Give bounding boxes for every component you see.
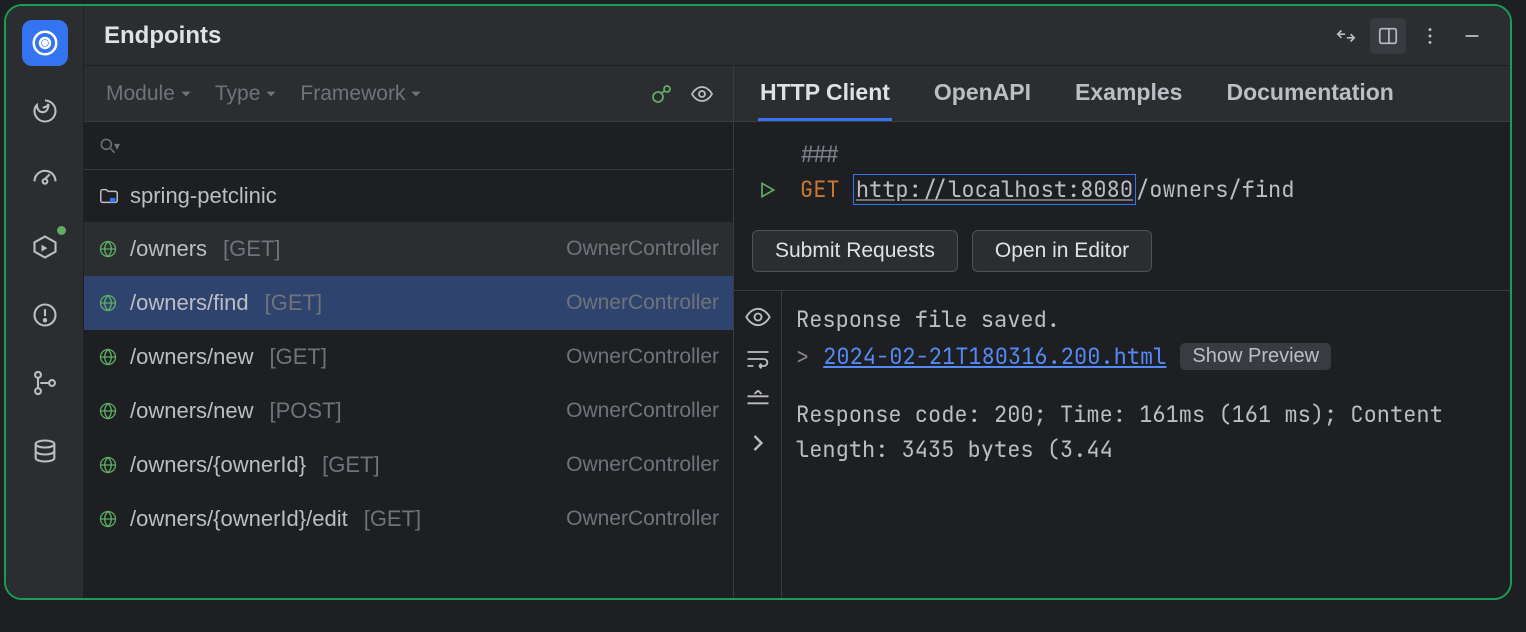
open-in-editor-button[interactable]: Open in Editor bbox=[972, 230, 1152, 272]
tool-iconbar bbox=[6, 6, 84, 598]
response-status: Response code: 200; Time: 161ms (161 ms)… bbox=[796, 397, 1496, 467]
openapi-icon[interactable] bbox=[645, 77, 679, 111]
split: Module Type Framework ▾ bbox=[84, 66, 1510, 598]
endpoint-row[interactable]: /owners/{ownerId}/edit [GET] OwnerControll… bbox=[84, 492, 733, 546]
action-buttons: Submit Requests Open in Editor bbox=[734, 214, 1510, 291]
response-body: Response file saved. > 2024-02-21T180316… bbox=[782, 291, 1510, 598]
endpoint-row[interactable]: /owners [GET] OwnerController bbox=[84, 222, 733, 276]
show-hidden-icon[interactable] bbox=[685, 77, 719, 111]
globe-icon bbox=[98, 347, 120, 367]
submit-requests-button[interactable]: Submit Requests bbox=[752, 230, 958, 272]
wrap-icon[interactable] bbox=[744, 345, 772, 373]
services-tool-icon[interactable] bbox=[22, 224, 68, 270]
http-editor[interactable]: ### GET http://localhost:8080/owners/fin… bbox=[734, 122, 1510, 214]
next-icon[interactable] bbox=[744, 429, 772, 457]
endpoint-path: /owners/find bbox=[130, 290, 249, 316]
vcs-tool-icon[interactable] bbox=[22, 360, 68, 406]
globe-icon bbox=[98, 509, 120, 529]
ide-window: Endpoints Module Type Framework bbox=[4, 4, 1512, 600]
request-separator: ### bbox=[800, 140, 840, 169]
response-file-link[interactable]: 2024-02-21T180316.200.html bbox=[823, 342, 1166, 371]
titlebar: Endpoints bbox=[84, 6, 1510, 66]
panel-title: Endpoints bbox=[104, 22, 1322, 50]
tab-openapi[interactable]: OpenAPI bbox=[932, 69, 1033, 121]
search-row[interactable]: ▾ bbox=[84, 122, 733, 170]
globe-icon bbox=[98, 401, 120, 421]
endpoint-row[interactable]: /owners/{ownerId} [GET] OwnerController bbox=[84, 438, 733, 492]
more-icon[interactable] bbox=[1412, 18, 1448, 54]
response-saved-text: Response file saved. bbox=[796, 305, 1496, 334]
tab-examples[interactable]: Examples bbox=[1073, 69, 1184, 121]
globe-icon bbox=[98, 239, 120, 259]
filter-bar: Module Type Framework bbox=[84, 66, 733, 122]
endpoint-row[interactable]: /owners/new [POST] OwnerController bbox=[84, 384, 733, 438]
dashboard-tool-icon[interactable] bbox=[22, 156, 68, 202]
module-filter[interactable]: Module bbox=[98, 78, 201, 110]
problems-tool-icon[interactable] bbox=[22, 292, 68, 338]
database-tool-icon[interactable] bbox=[22, 428, 68, 474]
request-host[interactable]: http://localhost:8080 bbox=[853, 174, 1136, 205]
endpoint-method: [POST] bbox=[270, 398, 342, 424]
endpoints-tool-icon[interactable] bbox=[22, 20, 68, 66]
project-row[interactable]: spring-petclinic bbox=[84, 170, 733, 222]
response-toolbar bbox=[734, 291, 782, 598]
response-pane: Response file saved. > 2024-02-21T180316… bbox=[734, 291, 1510, 598]
endpoint-list: /owners [GET] OwnerController/owners/find [… bbox=[84, 222, 733, 598]
endpoint-method: [GET] bbox=[265, 290, 322, 316]
endpoint-controller: OwnerController bbox=[566, 345, 719, 369]
minimize-icon[interactable] bbox=[1454, 18, 1490, 54]
tab-documentation[interactable]: Documentation bbox=[1224, 69, 1395, 121]
endpoint-controller: OwnerController bbox=[566, 507, 719, 531]
endpoint-method: [GET] bbox=[322, 452, 379, 478]
endpoint-list-pane: Module Type Framework ▾ bbox=[84, 66, 734, 598]
scroll-icon[interactable] bbox=[744, 387, 772, 415]
globe-icon bbox=[98, 455, 120, 475]
globe-icon bbox=[98, 293, 120, 313]
endpoint-controller: OwnerController bbox=[566, 237, 719, 261]
endpoint-method: [GET] bbox=[223, 236, 280, 262]
endpoint-method: [GET] bbox=[364, 506, 421, 532]
endpoint-path: /owners/new bbox=[130, 398, 254, 424]
endpoint-path: /owners/{ownerId}/edit bbox=[130, 506, 348, 532]
endpoint-path: /owners/{ownerId} bbox=[130, 452, 306, 478]
framework-filter[interactable]: Framework bbox=[292, 78, 431, 110]
endpoint-controller: OwnerController bbox=[566, 291, 719, 315]
endpoint-method: [GET] bbox=[270, 344, 327, 370]
project-name: spring-petclinic bbox=[130, 183, 277, 209]
layout-icon[interactable] bbox=[1370, 18, 1406, 54]
endpoint-row[interactable]: /owners/new [GET] OwnerController bbox=[84, 330, 733, 384]
endpoint-path: /owners/new bbox=[130, 344, 254, 370]
endpoint-controller: OwnerController bbox=[566, 453, 719, 477]
tab-http-client[interactable]: HTTP Client bbox=[758, 69, 892, 121]
show-preview-button[interactable]: Show Preview bbox=[1180, 343, 1331, 370]
spring-tool-icon[interactable] bbox=[22, 88, 68, 134]
request-path: /owners/find bbox=[1136, 175, 1294, 204]
endpoint-path: /owners bbox=[130, 236, 207, 262]
run-request-icon[interactable] bbox=[752, 180, 782, 200]
view-icon[interactable] bbox=[744, 303, 772, 331]
main-area: Endpoints Module Type Framework bbox=[84, 6, 1510, 598]
endpoint-controller: OwnerController bbox=[566, 399, 719, 423]
detail-pane: HTTP Client OpenAPI Examples Documentati… bbox=[734, 66, 1510, 598]
http-verb: GET bbox=[800, 175, 840, 204]
endpoint-row[interactable]: /owners/find [GET] OwnerController bbox=[84, 276, 733, 330]
export-icon[interactable] bbox=[1328, 18, 1364, 54]
detail-tabs: HTTP Client OpenAPI Examples Documentati… bbox=[734, 66, 1510, 122]
type-filter[interactable]: Type bbox=[207, 78, 287, 110]
